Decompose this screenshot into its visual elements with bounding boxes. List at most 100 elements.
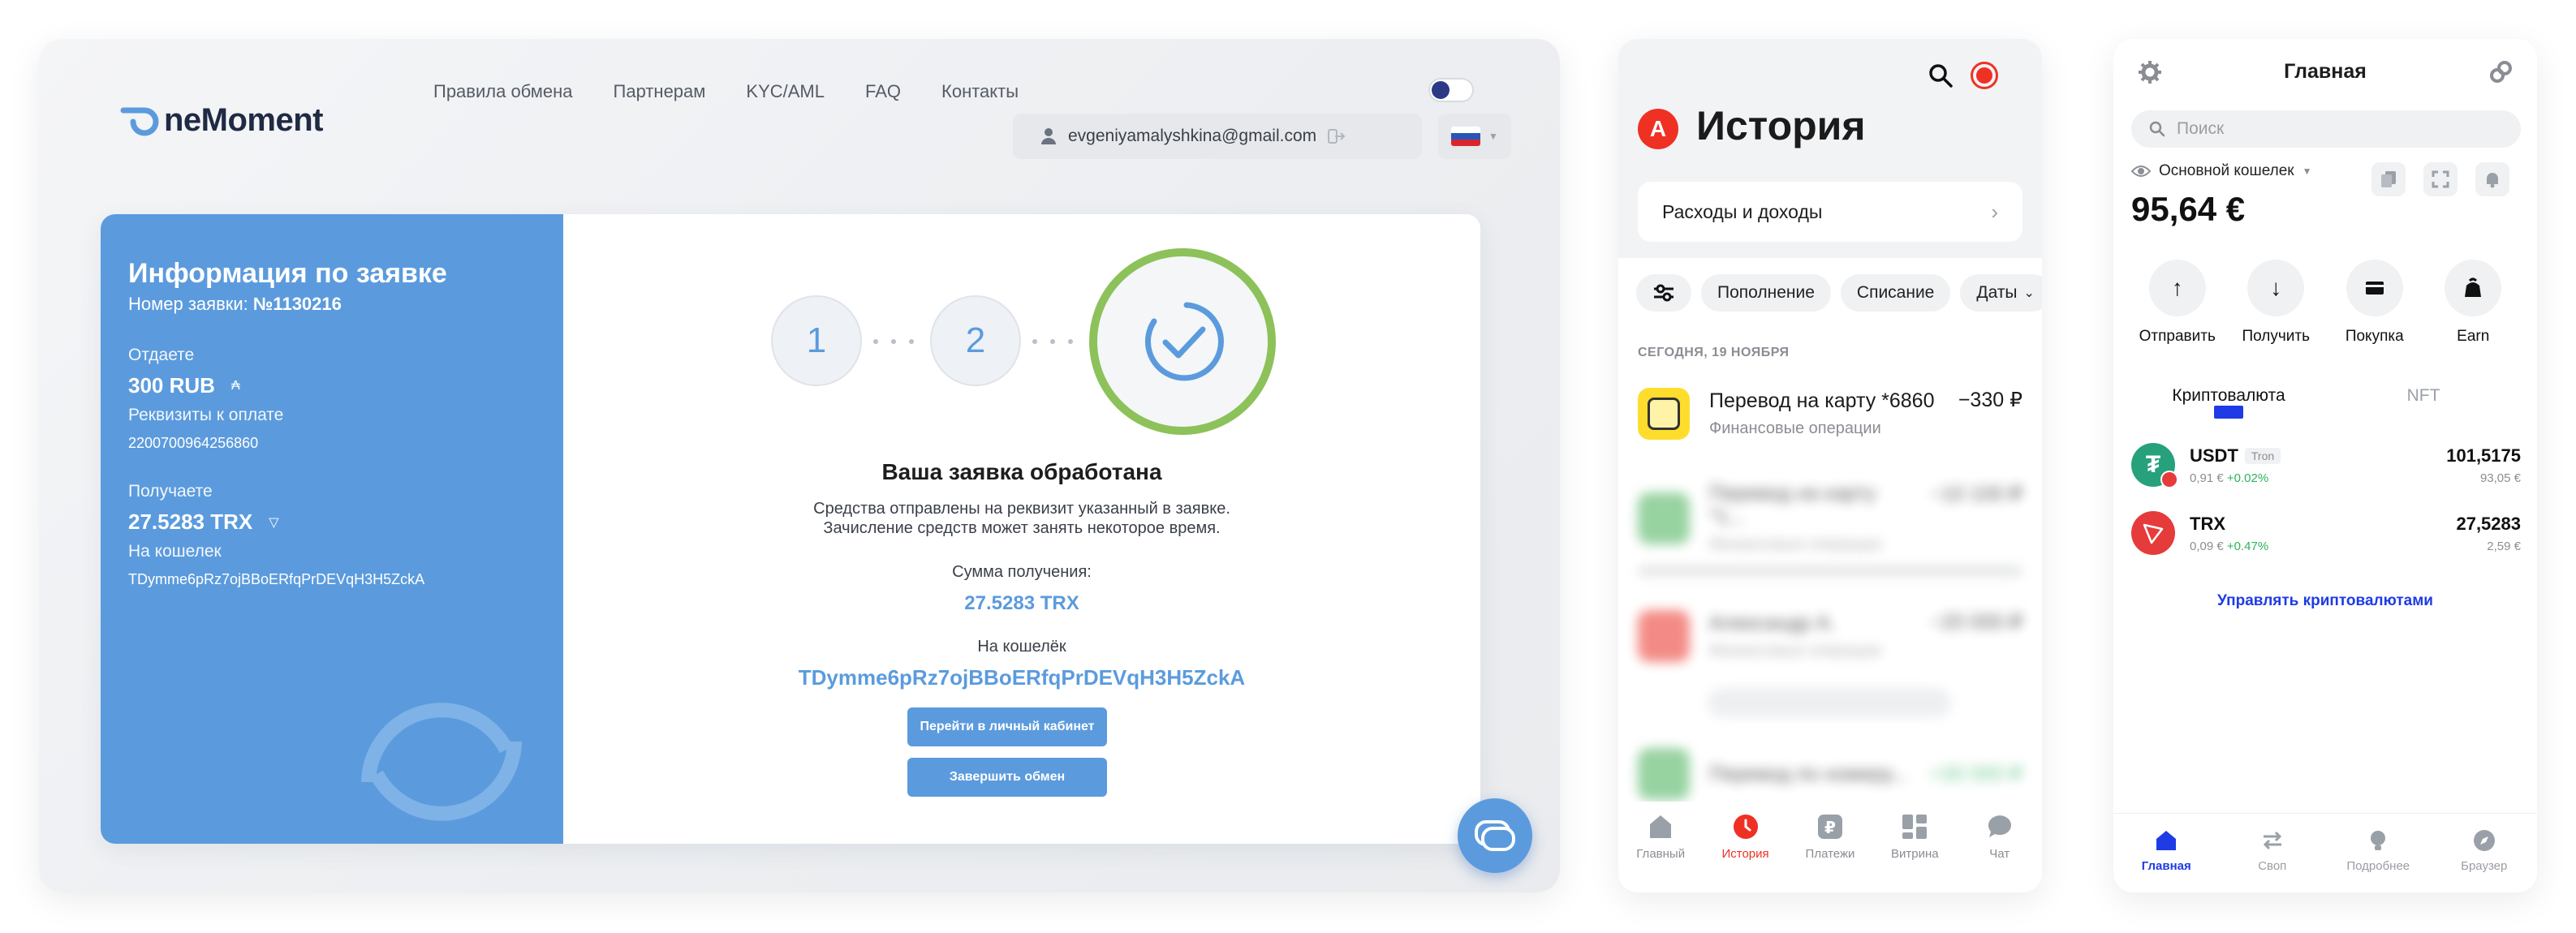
theme-toggle[interactable] [1428, 78, 1474, 102]
search-icon[interactable] [1928, 63, 1953, 88]
filter-settings-button[interactable] [1636, 274, 1691, 312]
sliders-icon [1654, 284, 1674, 302]
tether-icon: ₮ [2131, 443, 2178, 488]
brand-logo[interactable]: neMoment [120, 96, 324, 144]
buy-button[interactable]: Покупка [2330, 260, 2419, 346]
chat-icon [1475, 820, 1515, 851]
tab-main[interactable]: Главный [1624, 813, 1697, 892]
chat-bubble-icon [1988, 815, 2011, 837]
receive-label: Получаете [128, 482, 213, 501]
coin-fiat: 93,05 € [2479, 471, 2521, 485]
income-expense-label: Расходы и доходы [1662, 200, 1823, 222]
message-chip-blurred [1708, 688, 1951, 717]
earn-button[interactable]: Earn [2428, 260, 2518, 346]
coin-row-usdt[interactable]: ₮ USDT Tron 0,91 € +0.02% 101,5175 93,05… [2131, 443, 2521, 488]
language-selector[interactable]: ▼ [1438, 114, 1511, 159]
alfa-logo: А [1638, 109, 1678, 149]
compass-icon [2473, 830, 2495, 851]
filter-debit[interactable]: Списание [1840, 274, 1951, 312]
crypto-wallet-app: Главная Поиск Основной кошелек ▼ 95,64 €… [2113, 39, 2537, 892]
history-header: А История Расходы и доходы › [1618, 39, 2042, 258]
user-icon [1041, 128, 1056, 144]
tab-history[interactable]: История [1709, 813, 1782, 892]
filter-chips: Пополнение Списание Даты ⌄ [1636, 274, 2042, 312]
chevron-down-icon: ▼ [2302, 166, 2312, 177]
status-text-1: Средства отправлены на реквизит указанны… [813, 500, 1230, 518]
tab-more-label: Подробнее [2346, 859, 2410, 873]
tab-browser[interactable]: Браузер [2444, 828, 2525, 892]
requisites-value: 2200700964256860 [128, 435, 259, 451]
transaction-row[interactable]: Перевод на карту *6860 Финансовые операц… [1638, 388, 2022, 440]
nav-exchange-rules[interactable]: Правила обмена [433, 81, 573, 102]
tab-home[interactable]: Главная [2126, 828, 2207, 892]
scan-button[interactable] [2423, 162, 2458, 196]
chevron-down-icon: ▼ [1488, 131, 1498, 142]
finish-exchange-button[interactable]: Завершить обмен [907, 758, 1107, 797]
tab-payments[interactable]: ₽ Платежи [1794, 813, 1867, 892]
step-dots [1032, 339, 1073, 344]
bottom-tab-bar: Главный История ₽ Платежи Витрина Чат [1618, 802, 2042, 892]
network-badge: Tron [2244, 447, 2281, 464]
tab-showcase[interactable]: Витрина [1878, 813, 1951, 892]
transaction-amount: −20 000 ₽ [1930, 611, 2022, 634]
ruble-icon: ₽ [1817, 815, 1842, 839]
logout-icon[interactable] [1328, 128, 1346, 144]
tab-swap[interactable]: Своп [2232, 828, 2313, 892]
tab-home-label: Главная [2141, 859, 2191, 873]
nav-faq[interactable]: FAQ [865, 81, 901, 102]
income-expense-row[interactable]: Расходы и доходы › [1638, 182, 2022, 242]
order-number: Номер заявки: №1130216 [128, 294, 342, 315]
order-number-label: Номер заявки: [128, 294, 248, 314]
bank-app: А История Расходы и доходы › Пополнение … [1618, 39, 2042, 892]
coin-fiat: 2,59 € [2487, 539, 2521, 553]
record-icon[interactable] [1971, 62, 1998, 89]
filter-topup[interactable]: Пополнение [1701, 274, 1831, 312]
transaction-category: Финансовые операции [1709, 419, 1881, 437]
tab-chat[interactable]: Чат [1963, 813, 2036, 892]
bell-icon [2487, 173, 2498, 188]
nav-contacts[interactable]: Контакты [941, 81, 1019, 102]
transaction-name: Перевод на карту *1... [1709, 482, 1876, 528]
notifications-button[interactable] [2475, 162, 2509, 196]
bottom-tab-bar: Главная Своп Подробнее Браузер [2113, 813, 2537, 892]
walletconnect-icon[interactable] [2488, 60, 2513, 84]
tab-showcase-label: Витрина [1891, 847, 1939, 861]
home-icon [2156, 831, 2177, 850]
check-icon [1144, 302, 1224, 381]
user-account-box[interactable]: evgeniyamalyshkina@gmail.com [1013, 114, 1422, 159]
main-nav: Правила обмена Партнерам KYC/AML FAQ Кон… [433, 81, 1019, 102]
go-to-cabinet-button[interactable]: Перейти в личный кабинет [907, 707, 1107, 746]
search-placeholder: Поиск [2177, 119, 2225, 138]
coin-row-trx[interactable]: TRX 0,09 € +0.47% 27,5283 2,59 € [2131, 511, 2521, 555]
filter-dates[interactable]: Даты ⌄ [1960, 274, 2042, 312]
transaction-row[interactable]: Александр А. Финансовые операции −20 000… [1638, 610, 2022, 662]
lightbulb-icon [2371, 831, 2386, 850]
bank-logo-icon [1638, 388, 1690, 440]
chevron-right-icon: › [1991, 199, 1998, 224]
transaction-name: Александр А. [1709, 612, 1836, 634]
receive-button[interactable]: ↓ Получить [2231, 260, 2320, 346]
nav-partners[interactable]: Партнерам [614, 81, 706, 102]
transaction-row[interactable]: Перевод по номеру... +30 000 ₽ [1638, 748, 2022, 800]
wallet-selector[interactable]: Основной кошелек ▼ [2131, 162, 2312, 180]
receive-row: 27.5283 TRX ▽ [128, 509, 279, 535]
date-header-blurred [1638, 566, 2022, 576]
eye-icon[interactable] [2131, 164, 2151, 178]
send-button[interactable]: ↑ Отправить [2133, 260, 2222, 346]
coin-symbol: TRX [2190, 513, 2225, 534]
tab-crypto[interactable]: Криптовалюта [2131, 386, 2326, 419]
search-input[interactable]: Поиск [2131, 110, 2521, 148]
nav-kyc[interactable]: KYC/AML [746, 81, 825, 102]
trx-coin-icon: ▽ [269, 515, 279, 530]
copy-button[interactable] [2371, 162, 2406, 196]
chat-button[interactable] [1458, 798, 1532, 873]
receive-value: 27.5283 TRX [128, 509, 253, 534]
action-buttons: ↑ Отправить ↓ Получить Покупка Earn [2128, 260, 2522, 346]
logo-mark-icon [120, 104, 159, 136]
transaction-row[interactable]: Перевод на карту *1... Финансовые операц… [1638, 482, 2022, 554]
manage-crypto-link[interactable]: Управлять криптовалютами [2113, 592, 2537, 610]
transaction-icon [1638, 610, 1690, 662]
tab-nft[interactable]: NFT [2326, 386, 2521, 419]
tab-more[interactable]: Подробнее [2337, 828, 2419, 892]
give-value: 300 RUB [128, 373, 215, 398]
